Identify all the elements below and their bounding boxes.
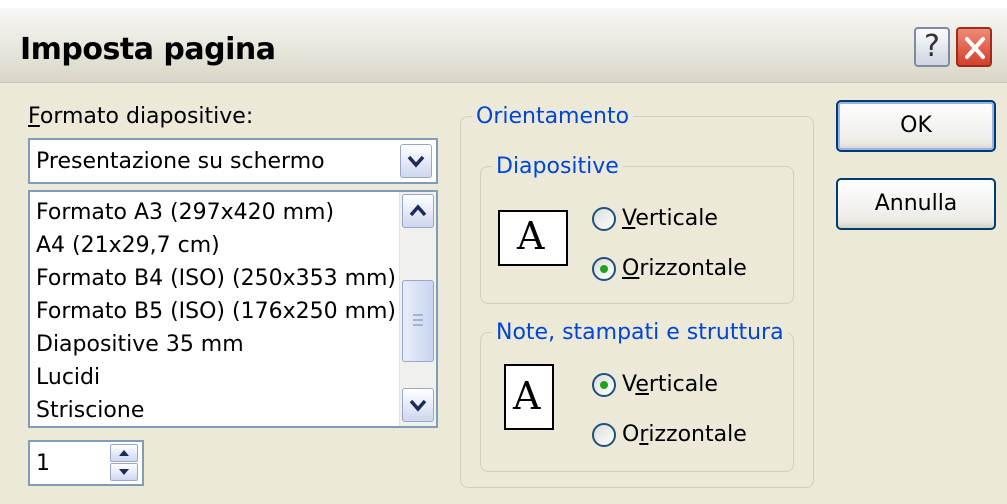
- notes-horizontal-radio[interactable]: [592, 423, 616, 447]
- start-number-spinner[interactable]: 1: [28, 440, 144, 486]
- spin-up-button[interactable]: [110, 444, 138, 462]
- slides-horizontal-label[interactable]: Orizzontale: [622, 256, 747, 281]
- list-item[interactable]: Formato B5 (ISO) (176x250 mm): [36, 299, 396, 324]
- format-selected-value: Presentazione su schermo: [36, 149, 325, 174]
- window-title: Imposta pagina: [20, 32, 276, 67]
- grip-icon: [413, 314, 423, 326]
- triangle-up-icon: [119, 450, 129, 456]
- chevron-down-icon: [409, 399, 427, 412]
- notes-vertical-radio[interactable]: [592, 373, 616, 397]
- list-item[interactable]: Formato A3 (297x420 mm): [36, 200, 334, 225]
- spin-buttons: [110, 444, 138, 482]
- list-item[interactable]: A4 (21x29,7 cm): [36, 233, 220, 258]
- notes-vertical-label[interactable]: Verticale: [622, 372, 718, 397]
- triangle-down-icon: [119, 469, 129, 475]
- slides-vertical-radio[interactable]: [592, 207, 616, 231]
- close-icon: [965, 37, 985, 59]
- slides-group-label: Diapositive: [492, 154, 623, 179]
- list-item[interactable]: Formato B4 (ISO) (250x353 mm): [36, 266, 396, 291]
- start-number-value[interactable]: 1: [36, 451, 50, 476]
- orientation-group-label: Orientamento: [472, 104, 634, 129]
- slides-vertical-label[interactable]: Verticale: [622, 206, 718, 231]
- slides-horizontal-radio[interactable]: [592, 257, 616, 281]
- format-dropdown-list[interactable]: Formato A3 (297x420 mm) A4 (21x29,7 cm) …: [28, 190, 438, 428]
- list-item[interactable]: Lucidi: [36, 365, 100, 390]
- scroll-thumb[interactable]: [402, 280, 434, 362]
- notes-group-label: Note, stampati e struttura: [492, 320, 788, 345]
- notes-horizontal-label[interactable]: Orizzontale: [622, 422, 747, 447]
- landscape-page-icon: A: [498, 210, 568, 266]
- scroll-down-button[interactable]: [402, 388, 434, 422]
- help-button[interactable]: ?: [914, 27, 950, 67]
- format-label: Formato diapositive:: [28, 104, 254, 129]
- cancel-button[interactable]: Annulla: [836, 178, 996, 230]
- spin-down-button[interactable]: [110, 463, 138, 481]
- list-item[interactable]: Diapositive 35 mm: [36, 332, 244, 357]
- chevron-up-icon: [409, 204, 427, 217]
- dropdown-button[interactable]: [400, 144, 432, 178]
- portrait-page-icon: A: [504, 364, 554, 430]
- scroll-up-button[interactable]: [402, 194, 434, 228]
- list-scrollbar[interactable]: [399, 192, 436, 426]
- format-combobox[interactable]: Presentazione su schermo: [28, 138, 438, 184]
- ok-button[interactable]: OK: [836, 100, 996, 152]
- close-button[interactable]: [956, 27, 992, 67]
- title-bar[interactable]: Imposta pagina ?: [0, 8, 1007, 83]
- list-item[interactable]: Striscione: [36, 398, 144, 423]
- chevron-down-icon: [407, 155, 425, 168]
